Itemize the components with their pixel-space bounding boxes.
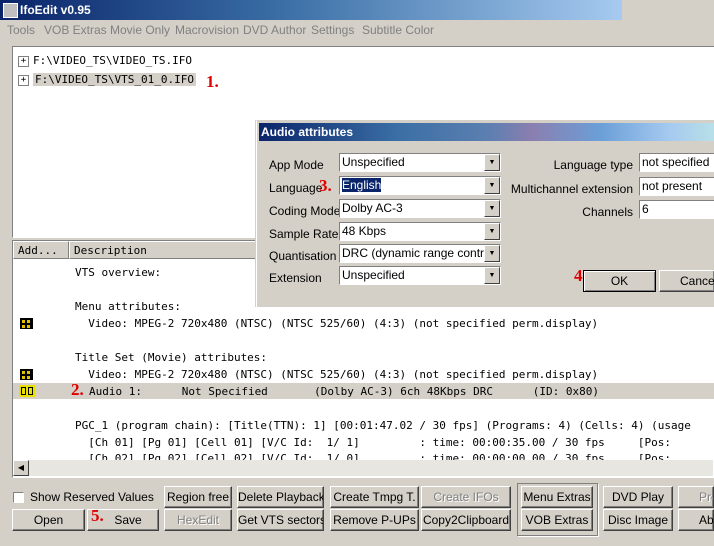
copy2clipboard-button[interactable]: Copy2Clipboard (421, 509, 511, 531)
menu-extras-button[interactable]: Menu Extras (521, 486, 593, 508)
annotation-1: 1. (206, 72, 219, 91)
language-label: Language (269, 181, 323, 195)
extension-label: Extension (269, 271, 322, 285)
audio-attributes-dialog: Audio attributes App Mode Unspecified ▼ … (256, 120, 714, 307)
multichannel-label: Multichannel extension (510, 182, 633, 196)
menu-settings[interactable]: Settings (311, 23, 354, 37)
hexedit-button[interactable]: HexEdit (164, 509, 232, 531)
language-type-value: not specified (642, 155, 710, 169)
show-reserved-label: Show Reserved Values (30, 490, 154, 504)
language-value: English (342, 178, 382, 192)
menu-movie-only[interactable]: Movie Only (110, 23, 170, 37)
dialog-title-bar[interactable]: Audio attributes (259, 123, 714, 141)
list-item: Menu attributes: (75, 300, 181, 313)
column-header-add[interactable]: Add... (13, 241, 69, 259)
sample-rate-value: 48 Kbps (342, 224, 387, 238)
coding-mode-label: Coding Mode (269, 204, 341, 218)
about-button[interactable]: Abo (678, 509, 714, 531)
list-item: Title Set (Movie) attributes: (75, 351, 268, 364)
quantisation-value: DRC (dynamic range control) (342, 246, 498, 260)
extension-value: Unspecified (342, 268, 405, 282)
preview-button[interactable]: Pre (678, 486, 714, 508)
dialog-title: Audio attributes (261, 125, 353, 139)
app-mode-label: App Mode (269, 158, 324, 172)
language-type-field[interactable]: not specified (639, 153, 714, 172)
multichannel-field[interactable]: not present (639, 177, 714, 196)
channels-value: 6 (642, 202, 649, 216)
language-select[interactable]: English ▼ (339, 176, 501, 195)
coding-mode-select[interactable]: Dolby AC-3 ▼ (339, 199, 501, 218)
list-item: PGC_1 (program chain): [Title(TTN): 1] [… (75, 419, 691, 432)
open-button[interactable]: Open (12, 509, 85, 531)
language-type-label: Language type (553, 158, 633, 172)
app-mode-select[interactable]: Unspecified ▼ (339, 153, 501, 172)
menu-subtitle-color[interactable]: Subtitle Color (362, 23, 434, 37)
chevron-down-icon[interactable]: ▼ (484, 267, 500, 284)
dvd-play-button[interactable]: DVD Play (603, 486, 673, 508)
ok-button[interactable]: OK (583, 270, 656, 292)
list-item: [Ch 01] [Pg 01] [Cell 01] [V/C Id: 1/ 1]… (75, 436, 672, 449)
chevron-down-icon[interactable]: ▼ (484, 200, 500, 217)
get-vts-sectors-button[interactable]: Get VTS sectors (237, 509, 324, 531)
tree-item-label: F:\VIDEO_TS\VIDEO_TS.IFO (33, 54, 192, 67)
extension-select[interactable]: Unspecified ▼ (339, 266, 501, 285)
list-item: Video: MPEG-2 720x480 (NTSC) (NTSC 525/6… (75, 368, 599, 381)
quantisation-select[interactable]: DRC (dynamic range control) ▼ (339, 244, 501, 263)
sample-rate-label: Sample Rate (269, 227, 339, 241)
vob-extras-button[interactable]: VOB Extras (521, 509, 593, 531)
list-item: VTS overview: (75, 266, 162, 279)
annotation-3: 3. (319, 176, 332, 195)
coding-mode-value: Dolby AC-3 (342, 201, 403, 215)
menu-vob-extras[interactable]: VOB Extras (44, 23, 107, 37)
video-icon (20, 318, 33, 329)
remove-pups-button[interactable]: Remove P-UPs (330, 509, 419, 531)
show-reserved-checkbox[interactable] (13, 492, 24, 503)
list-item-audio[interactable]: Audio 1: Not Specified (Dolby AC-3) 6ch … (89, 385, 599, 398)
region-free-button[interactable]: Region free (164, 486, 232, 508)
menu-bar: Tools VOB Extras Movie Only Macrovision … (0, 21, 714, 39)
disc-image-button[interactable]: Disc Image (603, 509, 673, 531)
window-title: IfoEdit v0.95 (20, 3, 91, 17)
menu-dvd-author[interactable]: DVD Author (243, 23, 306, 37)
delete-playback-button[interactable]: Delete Playback (237, 486, 324, 508)
create-tmpg-button[interactable]: Create Tmpg T. (330, 486, 419, 508)
dolby-icon (19, 385, 35, 397)
annotation-2: 2. (71, 380, 84, 399)
annotation-5: 5. (91, 506, 104, 525)
expand-icon[interactable]: + (18, 55, 29, 67)
multichannel-value: not present (642, 179, 703, 193)
chevron-down-icon[interactable]: ▼ (484, 223, 500, 240)
chevron-down-icon[interactable]: ▼ (484, 245, 500, 262)
tree-item-video-ts[interactable]: + F:\VIDEO_TS\VIDEO_TS.IFO (18, 54, 192, 67)
app-mode-value: Unspecified (342, 155, 405, 169)
video-icon (20, 369, 33, 380)
title-bar[interactable]: IfoEdit v0.95 (0, 0, 622, 20)
list-item: Video: MPEG-2 720x480 (NTSC) (NTSC 525/6… (75, 317, 599, 330)
channels-label: Channels (582, 205, 633, 219)
cancel-button[interactable]: Cancel (659, 270, 714, 292)
tree-item-label: F:\VIDEO_TS\VTS_01_0.IFO (33, 73, 196, 86)
menu-tools[interactable]: Tools (7, 23, 35, 37)
channels-field[interactable]: 6 (639, 200, 714, 219)
app-icon (3, 3, 18, 18)
sample-rate-select[interactable]: 48 Kbps ▼ (339, 222, 501, 241)
tree-item-vts-01[interactable]: + F:\VIDEO_TS\VTS_01_0.IFO (18, 73, 196, 86)
menu-macrovision[interactable]: Macrovision (175, 23, 239, 37)
expand-icon[interactable]: + (18, 74, 29, 86)
create-ifos-button[interactable]: Create IFOs (421, 486, 511, 508)
quantisation-label: Quantisation (269, 249, 337, 263)
horizontal-scrollbar[interactable]: ◀ (13, 460, 713, 476)
scroll-left-icon[interactable]: ◀ (13, 460, 29, 476)
chevron-down-icon[interactable]: ▼ (484, 154, 500, 171)
chevron-down-icon[interactable]: ▼ (484, 177, 500, 194)
